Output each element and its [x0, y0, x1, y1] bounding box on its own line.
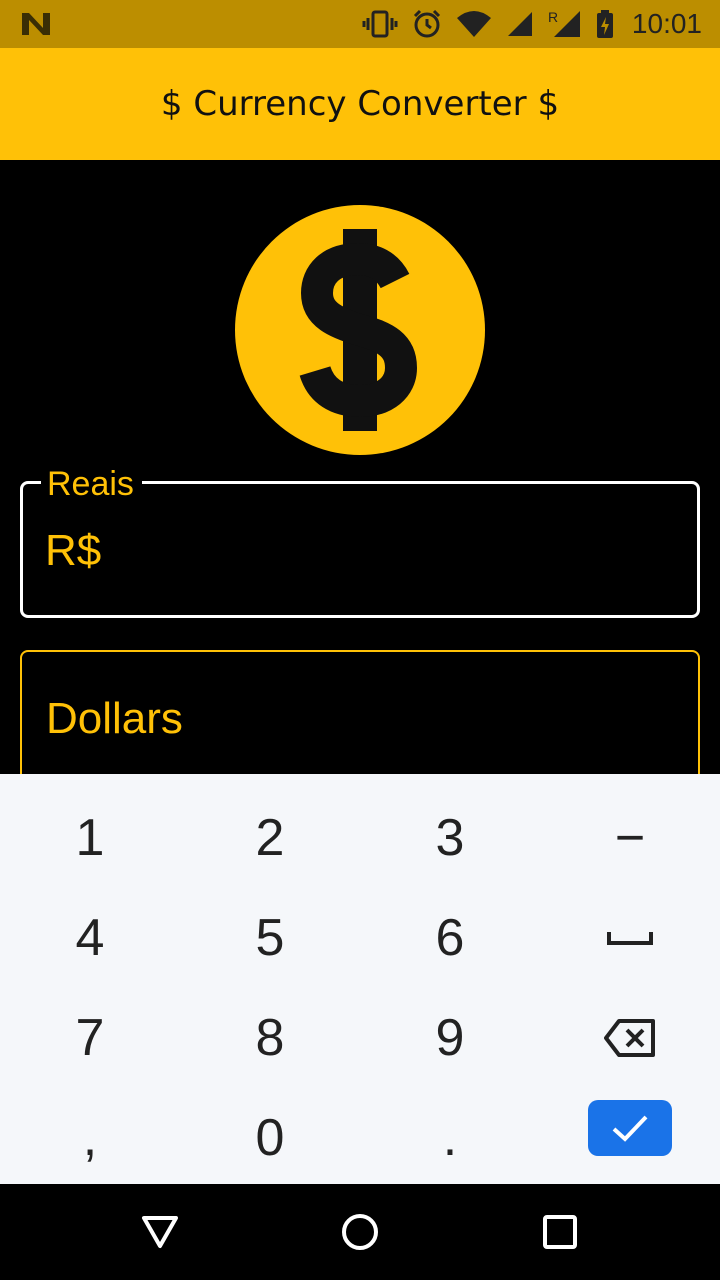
backspace-icon [604, 1019, 655, 1057]
status-clock: 10:01 [631, 8, 702, 39]
key-backspace[interactable] [540, 988, 720, 1088]
reais-prefix: R$ [45, 526, 102, 575]
app-title: $ Currency Converter $ [160, 84, 560, 124]
key-3[interactable]: 3 [360, 788, 540, 888]
roaming-indicator: R [548, 9, 558, 25]
wifi-icon [456, 11, 491, 37]
reais-input[interactable]: Reais R$ [20, 466, 700, 618]
key-1[interactable]: 1 [0, 788, 180, 888]
navigation-bar [0, 1184, 720, 1280]
dollar-coin-icon [235, 205, 485, 455]
numeric-keyboard: 1 2 3 − 4 5 6 7 8 9 , 0 . [0, 774, 720, 1184]
key-period[interactable]: . [360, 1088, 540, 1188]
status-icons: R 10:01 [362, 0, 702, 48]
dollar-sign-icon [299, 229, 418, 431]
enter-button[interactable] [588, 1100, 672, 1156]
key-7[interactable]: 7 [0, 988, 180, 1088]
key-8[interactable]: 8 [180, 988, 360, 1088]
key-4[interactable]: 4 [0, 888, 180, 988]
key-6[interactable]: 6 [360, 888, 540, 988]
key-5[interactable]: 5 [180, 888, 360, 988]
signal-icon [507, 12, 532, 36]
status-bar: R 10:01 [0, 0, 720, 48]
key-minus[interactable]: − [540, 788, 720, 888]
vibrate-icon [362, 10, 398, 38]
app-bar: $ Currency Converter $ [0, 48, 720, 160]
key-2[interactable]: 2 [180, 788, 360, 888]
key-enter[interactable] [540, 1078, 720, 1178]
key-comma[interactable]: , [0, 1088, 180, 1188]
roaming-signal-icon: R [548, 9, 580, 37]
recents-square-icon[interactable] [540, 1212, 580, 1252]
back-triangle-icon[interactable] [140, 1212, 180, 1252]
space-icon [607, 932, 653, 945]
home-circle-icon[interactable] [340, 1212, 380, 1252]
key-space[interactable] [540, 888, 720, 988]
key-0[interactable]: 0 [180, 1088, 360, 1188]
battery-charging-icon [596, 10, 613, 38]
reais-label: Reais [41, 466, 142, 502]
dollars-label: Dollars [46, 694, 183, 743]
key-9[interactable]: 9 [360, 988, 540, 1088]
checkmark-icon [612, 1115, 648, 1142]
n-logo-icon [22, 13, 50, 35]
alarm-icon [413, 9, 440, 38]
